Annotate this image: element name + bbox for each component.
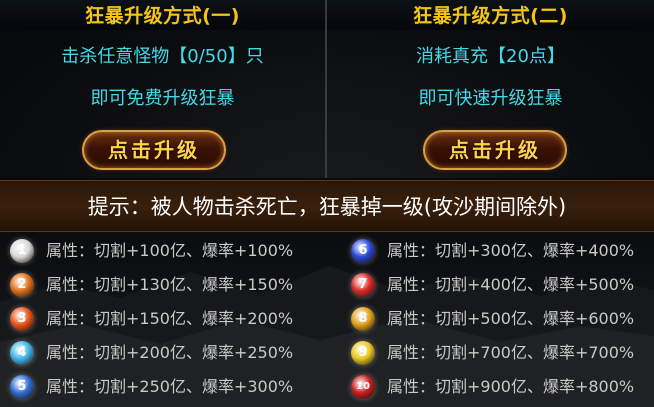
level-row: 5 属性：切割+250亿、爆率+300% [0, 370, 313, 404]
quick-upgrade-text: 即可快速升级狂暴 [418, 88, 563, 109]
level-badge-icon: 3 [10, 307, 34, 331]
kill-monster-condition: 击杀任意怪物【0/50】只 [61, 46, 264, 67]
level-attribute-text: 属性：切割+900亿、爆率+800% [387, 377, 635, 396]
hint-banner: 提示：被人物击杀死亡，狂暴掉一级(攻沙期间除外) [0, 180, 654, 232]
level-row: 2 属性：切割+130亿、爆率+150% [0, 268, 313, 302]
upgrade-method-one-panel: 狂暴升级方式(一) 击杀任意怪物【0/50】只 即可免费升级狂暴 点击升级 [0, 0, 327, 178]
level-row: 1 属性：切割+100亿、爆率+100% [0, 234, 313, 268]
level-badge-icon: 10 [351, 375, 375, 399]
level-attribute-text: 属性：切割+400亿、爆率+500% [387, 275, 635, 294]
upgrade-button-recharge[interactable]: 点击升级 [423, 130, 567, 170]
level-attribute-text: 属性：切割+700亿、爆率+700% [387, 343, 635, 362]
level-attribute-text: 属性：切割+300亿、爆率+400% [387, 241, 635, 260]
level-row: 10 属性：切割+900亿、爆率+800% [341, 370, 654, 404]
level-attribute-text: 属性：切割+130亿、爆率+150% [46, 275, 294, 294]
level-attribute-list: 1 属性：切割+100亿、爆率+100% 2 属性：切割+130亿、爆率+150% 3 属… [0, 232, 654, 407]
level-badge-icon: 1 [10, 239, 34, 263]
level-badge-icon: 2 [10, 273, 34, 297]
upgrade-button-free[interactable]: 点击升级 [82, 130, 226, 170]
upgrade-method-two-panel: 狂暴升级方式(二) 消耗真充【20点】 即可快速升级狂暴 点击升级 [327, 0, 654, 178]
level-attribute-text: 属性：切割+200亿、爆率+250% [46, 343, 294, 362]
level-row: 3 属性：切割+150亿、爆率+200% [0, 302, 313, 336]
level-badge-icon: 4 [10, 341, 34, 365]
level-row: 9 属性：切割+700亿、爆率+700% [341, 336, 654, 370]
level-badge-icon: 9 [351, 341, 375, 365]
level-row: 6 属性：切割+300亿、爆率+400% [341, 234, 654, 268]
level-row: 7 属性：切割+400亿、爆率+500% [341, 268, 654, 302]
upgrade-methods-section: 狂暴升级方式(一) 击杀任意怪物【0/50】只 即可免费升级狂暴 点击升级 狂暴… [0, 0, 654, 178]
level-attribute-text: 属性：切割+500亿、爆率+600% [387, 309, 635, 328]
panel-title: 狂暴升级方式(二) [413, 5, 568, 27]
level-row: 8 属性：切割+500亿、爆率+600% [341, 302, 654, 336]
level-attribute-text: 属性：切割+150亿、爆率+200% [46, 309, 294, 328]
level-row: 4 属性：切割+200亿、爆率+250% [0, 336, 313, 370]
level-badge-icon: 8 [351, 307, 375, 331]
level-badge-icon: 6 [351, 239, 375, 263]
level-badge-icon: 7 [351, 273, 375, 297]
free-upgrade-text: 即可免费升级狂暴 [90, 88, 235, 109]
level-badge-icon: 5 [10, 375, 34, 399]
level-attribute-text: 属性：切割+250亿、爆率+300% [46, 377, 294, 396]
level-attribute-text: 属性：切割+100亿、爆率+100% [46, 241, 294, 260]
recharge-cost-condition: 消耗真充【20点】 [416, 46, 565, 67]
panel-title: 狂暴升级方式(一) [85, 5, 240, 27]
